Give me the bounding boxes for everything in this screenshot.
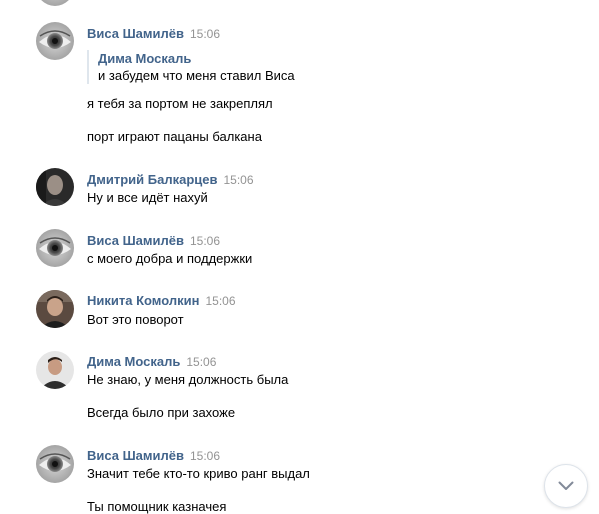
- quote-author[interactable]: Дима Москаль: [98, 50, 295, 67]
- message-text: Всегда было при захоже: [87, 405, 236, 420]
- author-name[interactable]: Виса Шамилёв: [87, 233, 184, 248]
- message-text: я тебя за портом не закреплял: [87, 96, 273, 111]
- author-name[interactable]: Дмитрий Балкарцев: [87, 172, 218, 187]
- photo-avatar-image: [36, 351, 74, 389]
- eye-avatar-image: [36, 22, 74, 60]
- avatar[interactable]: [36, 445, 74, 483]
- author-name[interactable]: Виса Шамилёв: [87, 448, 184, 463]
- scroll-to-bottom-button[interactable]: [544, 464, 588, 508]
- author-name[interactable]: Никита Комолкин: [87, 293, 199, 308]
- message-text: порт играют пацаны балкана: [87, 129, 262, 144]
- message-time[interactable]: 15:06: [186, 355, 216, 369]
- chevron-down-icon: [558, 481, 574, 490]
- dark-portrait-avatar-image: [36, 168, 74, 206]
- message-time[interactable]: 15:06: [190, 27, 220, 41]
- message-header: Никита Комолкин 15:06: [87, 293, 236, 309]
- previous-message-avatar[interactable]: [36, 0, 74, 6]
- quote-text: и забудем что меня ставил Виса: [98, 68, 295, 83]
- author-name[interactable]: Дима Москаль: [87, 354, 180, 369]
- avatar[interactable]: [36, 22, 74, 60]
- message-time[interactable]: 15:06: [190, 449, 220, 463]
- message-time[interactable]: 15:06: [205, 294, 235, 308]
- message-feed: Виса Шамилёв 15:06 Дима Москаль и забудем…: [0, 0, 599, 514]
- message-header: Виса Шамилёв 15:06: [87, 26, 220, 42]
- avatar[interactable]: [36, 290, 74, 328]
- message-text: Ты помощник казначея: [87, 499, 227, 514]
- message-text: Не знаю, у меня должность была: [87, 372, 289, 387]
- eye-avatar-image: [36, 445, 74, 483]
- avatar[interactable]: [36, 168, 74, 206]
- eye-avatar-image: [36, 229, 74, 267]
- forwarded-quote[interactable]: Дима Москаль и забудем что меня ставил В…: [87, 50, 295, 84]
- author-name[interactable]: Виса Шамилёв: [87, 26, 184, 41]
- message-text: Значит тебе кто-то криво ранг выдал: [87, 466, 310, 481]
- message-header: Виса Шамилёв 15:06: [87, 233, 220, 249]
- message-header: Виса Шамилёв 15:06: [87, 448, 220, 464]
- message-header: Дима Москаль 15:06: [87, 354, 216, 370]
- message-time[interactable]: 15:06: [190, 234, 220, 248]
- message-time[interactable]: 15:06: [224, 173, 254, 187]
- message-header: Дмитрий Балкарцев 15:06: [87, 172, 254, 188]
- avatar[interactable]: [36, 229, 74, 267]
- message-text: Вот это поворот: [87, 312, 184, 327]
- message-text: с моего добра и поддержки: [87, 251, 253, 266]
- photo-avatar-image: [36, 290, 74, 328]
- avatar[interactable]: [36, 351, 74, 389]
- message-text: Ну и все идёт нахуй: [87, 190, 208, 205]
